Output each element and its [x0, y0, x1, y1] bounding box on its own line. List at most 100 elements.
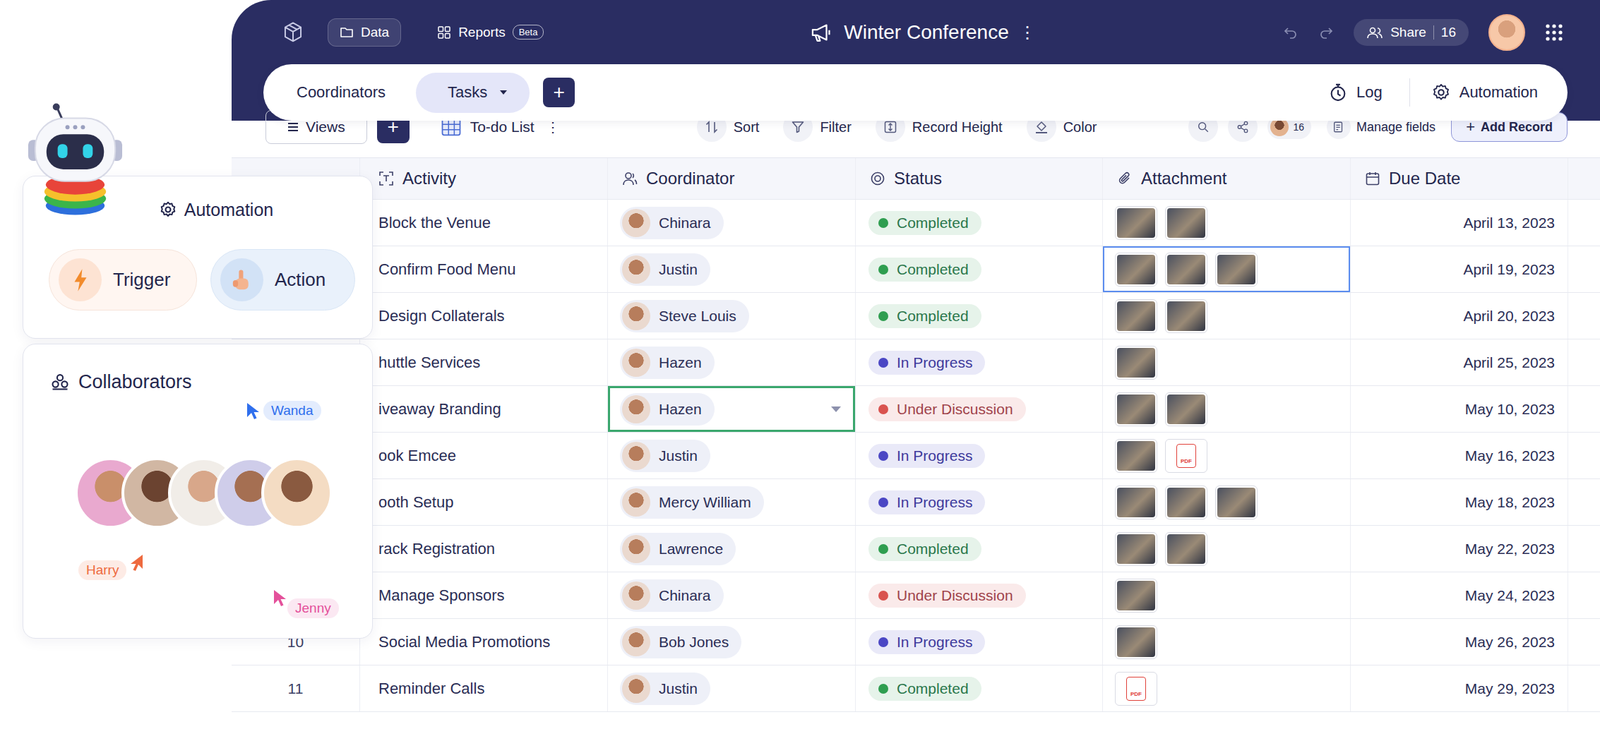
coordinator-cell[interactable]: Hazen — [607, 339, 856, 386]
undo-icon[interactable] — [1282, 25, 1299, 40]
activity-cell[interactable]: ooth Setup — [360, 479, 608, 526]
coordinator-chip[interactable]: Hazen — [619, 393, 715, 426]
attachment-cell[interactable] — [1102, 293, 1351, 339]
attachment-thumbnail[interactable] — [1114, 625, 1158, 660]
share-button[interactable]: Share16 — [1353, 19, 1469, 46]
status-cell[interactable]: In Progress — [855, 619, 1103, 666]
due-date-cell[interactable]: May 10, 2023 — [1350, 386, 1569, 433]
attachment-thumbnail[interactable] — [1114, 439, 1158, 474]
due-date-cell[interactable]: May 26, 2023 — [1350, 619, 1569, 666]
status-cell[interactable]: In Progress — [855, 339, 1103, 386]
coordinator-cell[interactable]: Justin — [607, 246, 856, 293]
coordinator-chip[interactable]: Justin — [619, 439, 711, 473]
attachment-thumbnail[interactable] — [1215, 252, 1258, 287]
attachment-thumbnail[interactable] — [1165, 392, 1208, 427]
attachment-cell[interactable]: PDF — [1102, 665, 1351, 712]
coordinator-chip[interactable]: Chinara — [619, 579, 724, 613]
add-tab-button[interactable]: + — [542, 77, 575, 108]
attachment-cell[interactable] — [1102, 246, 1351, 293]
status-cell[interactable]: Completed — [855, 665, 1103, 712]
due-date-cell[interactable]: May 24, 2023 — [1350, 572, 1569, 619]
activity-cell[interactable]: Manage Sponsors — [360, 572, 608, 619]
table-row[interactable]: huttle ServicesHazenIn ProgressApril 25,… — [231, 339, 1600, 387]
status-cell[interactable]: Under Discussion — [855, 572, 1103, 619]
status-cell[interactable]: Completed — [855, 246, 1103, 293]
coordinator-cell[interactable]: Steve Louis — [607, 293, 856, 339]
due-date-cell[interactable]: May 22, 2023 — [1350, 526, 1569, 572]
status-cell[interactable]: Completed — [855, 526, 1103, 572]
apps-grid-icon[interactable] — [1544, 23, 1564, 42]
coordinator-chip[interactable]: Justin — [619, 253, 711, 286]
status-cell[interactable]: In Progress — [855, 432, 1103, 479]
attachment-thumbnail[interactable] — [1114, 485, 1158, 520]
due-date-cell[interactable]: April 13, 2023 — [1350, 199, 1569, 246]
coordinator-cell[interactable]: Justin — [607, 665, 856, 712]
pdf-attachment[interactable]: PDF — [1165, 439, 1208, 474]
attachment-thumbnail[interactable] — [1165, 206, 1208, 241]
table-row[interactable]: Block the VenueChinaraCompletedApril 13,… — [231, 199, 1600, 247]
attachment-cell[interactable] — [1102, 526, 1351, 572]
table-tab[interactable]: Coordinators — [296, 72, 386, 113]
table-row[interactable]: Design Collaterals Steve Louis Completed Ap… — [231, 293, 1600, 340]
attachment-thumbnail[interactable] — [1114, 392, 1158, 427]
attachment-thumbnail[interactable] — [1114, 345, 1158, 380]
coordinator-cell[interactable]: Mercy William — [607, 479, 856, 526]
tab-action-button[interactable]: Log — [1328, 82, 1383, 103]
status-cell[interactable]: In Progress — [855, 479, 1103, 526]
coordinator-chip[interactable]: Chinara — [619, 206, 724, 240]
title-menu-button[interactable]: ⋮ — [1018, 22, 1036, 43]
attachment-thumbnail[interactable] — [1215, 485, 1258, 520]
due-date-cell[interactable]: April 20, 2023 — [1350, 293, 1569, 339]
nav-button[interactable]: ReportsBeta — [425, 18, 556, 47]
coordinator-cell[interactable]: Justin — [607, 432, 856, 479]
attachment-cell[interactable] — [1102, 572, 1351, 619]
table-row[interactable]: rack RegistrationLawrenceCompletedMay 22… — [231, 526, 1600, 573]
coordinator-cell[interactable]: Hazen — [607, 386, 856, 433]
coordinator-chip[interactable]: Lawrence — [619, 533, 736, 566]
coordinator-chip[interactable]: Mercy William — [619, 486, 764, 519]
table-row[interactable]: ook EmceeJustinIn ProgressPDFMay 16, 202… — [231, 432, 1600, 480]
due-date-cell[interactable]: April 19, 2023 — [1350, 246, 1569, 293]
attachment-cell[interactable] — [1102, 619, 1351, 666]
attachment-thumbnail[interactable] — [1165, 252, 1208, 287]
status-cell[interactable]: Completed — [855, 199, 1103, 246]
action-button[interactable]: Action — [210, 249, 356, 311]
status-cell[interactable]: Completed — [855, 293, 1103, 339]
attachment-thumbnail[interactable] — [1165, 532, 1208, 567]
due-date-cell[interactable]: April 25, 2023 — [1350, 339, 1569, 386]
attachment-thumbnail[interactable] — [1165, 299, 1208, 334]
column-header[interactable]: Due Date — [1350, 158, 1569, 200]
attachment-thumbnail[interactable] — [1165, 485, 1208, 520]
attachment-cell[interactable] — [1102, 386, 1351, 433]
pdf-attachment[interactable]: PDF — [1114, 672, 1158, 707]
attachment-thumbnail[interactable] — [1114, 206, 1158, 241]
coordinator-cell[interactable]: Chinara — [607, 572, 856, 619]
coordinator-chip[interactable]: Bob Jones — [619, 626, 742, 659]
attachment-thumbnail[interactable] — [1114, 578, 1158, 613]
coordinator-cell[interactable]: Bob Jones — [607, 619, 856, 666]
attachment-cell[interactable] — [1102, 339, 1351, 386]
activity-cell[interactable]: Social Media Promotions — [360, 619, 608, 666]
due-date-cell[interactable]: May 18, 2023 — [1350, 479, 1569, 526]
status-cell[interactable]: Under Discussion — [855, 386, 1103, 433]
due-date-cell[interactable]: May 29, 2023 — [1350, 665, 1569, 712]
collaborator-avatar[interactable] — [261, 457, 333, 529]
nav-button[interactable]: Data — [327, 18, 402, 47]
app-logo-icon[interactable] — [282, 21, 304, 44]
attachment-cell[interactable] — [1102, 479, 1351, 526]
table-row[interactable]: ooth Setup Mercy William In Progress May 18… — [231, 479, 1600, 527]
activity-cell[interactable]: Design Collaterals — [360, 293, 608, 339]
coordinator-chip[interactable]: Steve Louis — [619, 300, 750, 333]
tab-action-button[interactable]: Automation — [1431, 82, 1538, 103]
column-header[interactable]: Attachment — [1102, 158, 1351, 200]
coordinator-chip[interactable]: Justin — [619, 672, 711, 706]
column-header[interactable]: Coordinator — [607, 158, 856, 200]
activity-cell[interactable]: iveaway Branding — [360, 386, 608, 433]
user-avatar[interactable] — [1488, 14, 1526, 51]
table-tab[interactable]: Tasks — [415, 72, 530, 113]
dropdown-caret-icon[interactable] — [829, 405, 843, 414]
column-header[interactable]: Activity — [360, 158, 608, 200]
coordinator-chip[interactable]: Hazen — [619, 346, 715, 380]
coordinator-cell[interactable]: Lawrence — [607, 526, 856, 572]
attachment-cell[interactable]: PDF — [1102, 432, 1351, 479]
